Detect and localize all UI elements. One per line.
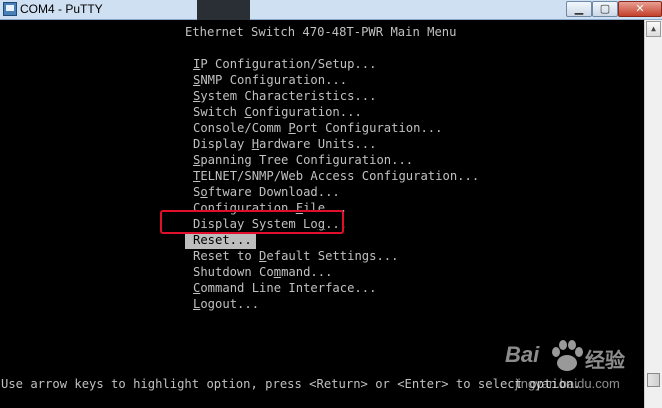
- window-title: COM4 - PuTTY: [20, 2, 103, 16]
- menu-item-telnet-snmp-web-access[interactable]: TELNET/SNMP/Web Access Configuration...: [193, 168, 479, 184]
- menu-item-snmp-configuration[interactable]: SNMP Configuration...: [193, 72, 347, 88]
- watermark-url: jingyan.baidu.com: [515, 376, 620, 391]
- window-titlebar[interactable]: COM4 - PuTTY ▁ ▢ ✕: [0, 0, 662, 20]
- menu-item-spanning-tree-configuration[interactable]: Spanning Tree Configuration...: [193, 152, 413, 168]
- menu-item-switch-configuration[interactable]: Switch Configuration...: [193, 104, 362, 120]
- menu-item-display-hardware-units[interactable]: Display Hardware Units...: [193, 136, 376, 152]
- background-window-strip: [197, 0, 250, 20]
- minimize-icon: ▁: [574, 2, 584, 15]
- menu-item-reset[interactable]: Reset...: [193, 232, 252, 248]
- menu-item-system-characteristics[interactable]: System Characteristics...: [193, 88, 376, 104]
- status-line: Use arrow keys to highlight option, pres…: [1, 377, 581, 391]
- menu-item-software-download[interactable]: Software Download...: [193, 184, 340, 200]
- menu-item-shutdown-command[interactable]: Shutdown Command...: [193, 264, 332, 280]
- baidu-watermark: Bai 经验 jingyan.baidu.com: [505, 336, 645, 396]
- maximize-button[interactable]: ▢: [592, 1, 618, 17]
- annotation-red-box: [160, 210, 344, 234]
- close-icon: ✕: [635, 2, 645, 15]
- watermark-brand-left: Bai: [505, 342, 540, 367]
- menu-item-command-line-interface[interactable]: Command Line Interface...: [193, 280, 376, 296]
- watermark-brand-right: 经验: [585, 348, 625, 372]
- menu-item-ip-configuration[interactable]: IP Configuration/Setup...: [193, 56, 376, 72]
- minimize-button[interactable]: ▁: [566, 1, 592, 17]
- putty-app-icon[interactable]: [3, 2, 17, 16]
- menu-item-console-port-configuration[interactable]: Console/Comm Port Configuration...: [193, 120, 442, 136]
- maximize-icon: ▢: [599, 2, 611, 15]
- scroll-thumb[interactable]: [647, 373, 660, 387]
- menu-item-reset-to-default[interactable]: Reset to Default Settings...: [193, 248, 398, 264]
- menu-heading: Ethernet Switch 470-48T-PWR Main Menu: [185, 25, 457, 39]
- scroll-up-arrow-icon[interactable]: ▲: [646, 21, 661, 37]
- menu-item-logout[interactable]: Logout...: [193, 296, 259, 312]
- baidu-paw-icon: [552, 340, 583, 371]
- vertical-scrollbar[interactable]: ▲: [644, 20, 662, 408]
- close-button[interactable]: ✕: [618, 1, 662, 17]
